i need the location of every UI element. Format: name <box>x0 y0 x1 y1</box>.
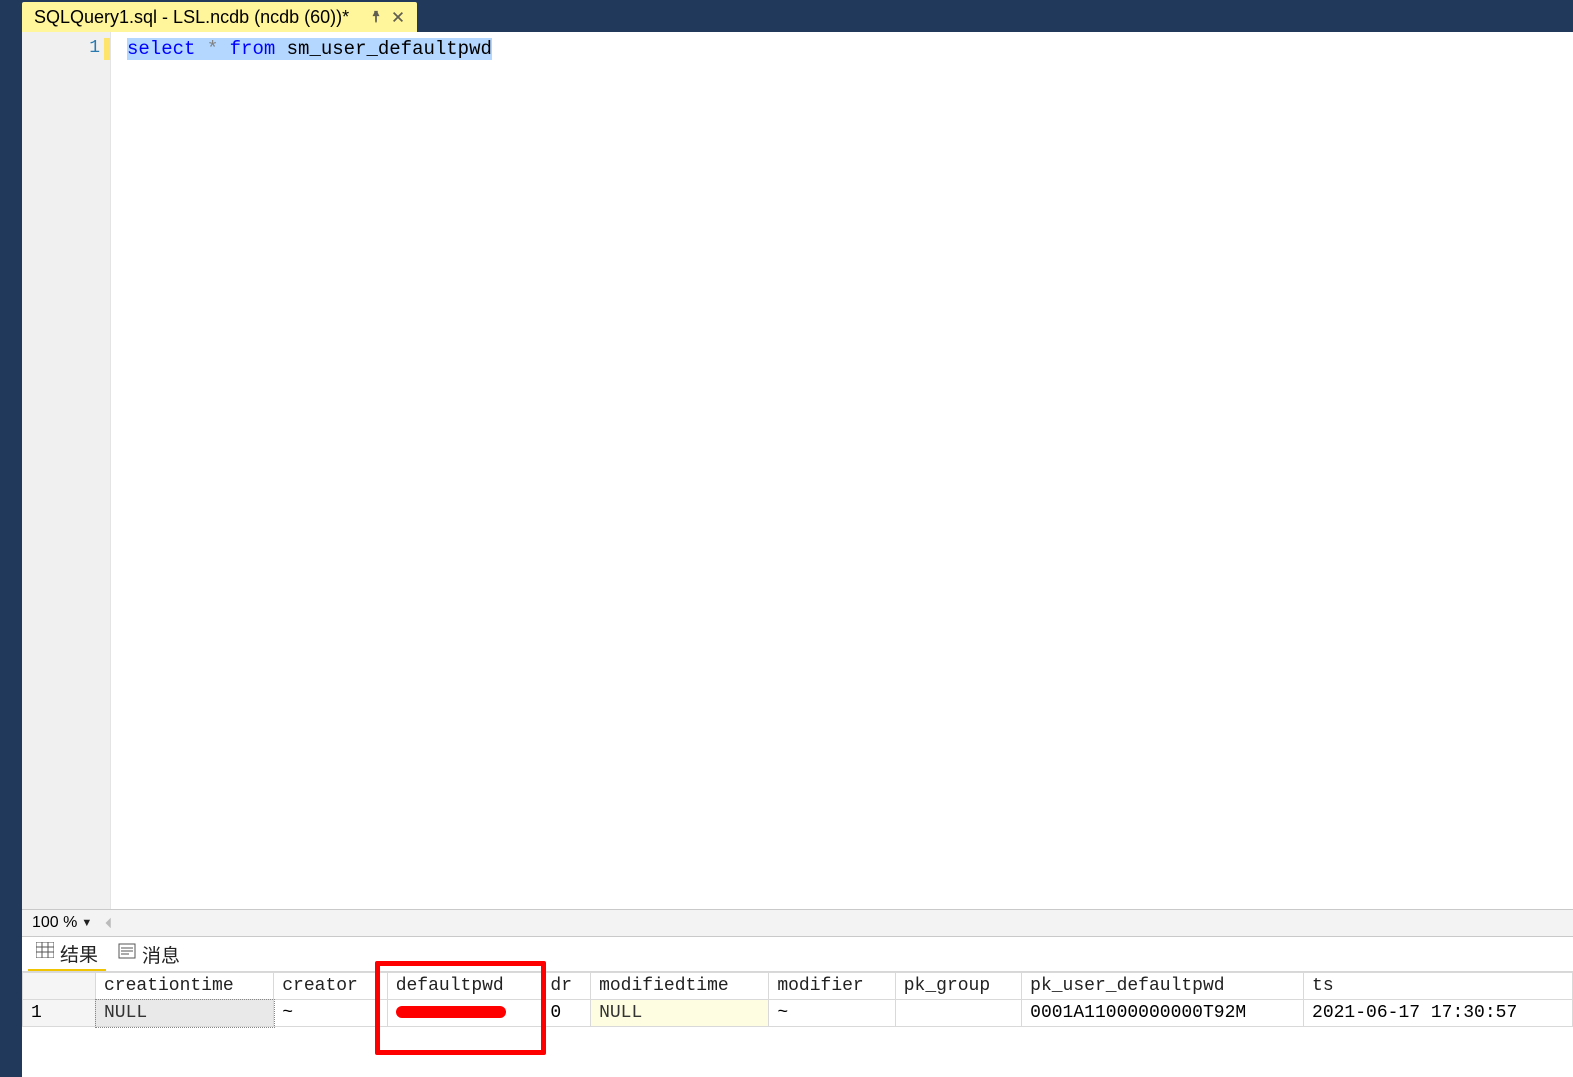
grid-icon <box>36 942 54 964</box>
tab-messages-label: 消息 <box>142 941 180 968</box>
tab-messages[interactable]: 消息 <box>110 939 188 970</box>
sql-star: * <box>207 38 218 60</box>
scroll-left-icon[interactable] <box>102 916 116 930</box>
rownum-cell[interactable]: 1 <box>23 1000 96 1027</box>
app-root: SQLQuery1.sql - LSL.ncdb (ncdb (60))* 1 … <box>0 0 1573 1077</box>
cell-modifier[interactable]: ~ <box>769 1000 895 1027</box>
code-area[interactable]: select * from sm_user_defaultpwd <box>111 32 1573 909</box>
sql-keyword-from: from <box>230 38 276 60</box>
tab-results-label: 结果 <box>60 940 98 967</box>
editor-gutter: 1 <box>22 32 111 909</box>
main-column: SQLQuery1.sql - LSL.ncdb (ncdb (60))* 1 … <box>22 0 1573 1077</box>
cell-creationtime[interactable]: NULL <box>96 1000 274 1027</box>
pin-icon[interactable] <box>367 8 385 26</box>
col-pk_user_defaultpwd[interactable]: pk_user_defaultpwd <box>1022 973 1304 1000</box>
sql-keyword-select: select <box>127 38 195 60</box>
col-dr[interactable]: dr <box>542 973 591 1000</box>
close-icon[interactable] <box>389 8 407 26</box>
col-pk_group[interactable]: pk_group <box>895 973 1021 1000</box>
cell-ts[interactable]: 2021-06-17 17:30:57 <box>1304 1000 1573 1027</box>
cell-creator[interactable]: ~ <box>274 1000 387 1027</box>
col-modifier[interactable]: modifier <box>769 973 895 1000</box>
col-creationtime[interactable]: creationtime <box>96 973 274 1000</box>
document-tab-title: SQLQuery1.sql - LSL.ncdb (ncdb (60))* <box>34 7 349 28</box>
results-grid[interactable]: creationtime creator defaultpwd dr modif… <box>22 972 1573 1027</box>
col-creator[interactable]: creator <box>274 973 387 1000</box>
zoom-bar: 100 % ▼ <box>22 909 1573 937</box>
line-number: 1 <box>22 32 110 909</box>
zoom-select[interactable]: 100 % ▼ <box>28 914 96 932</box>
chevron-down-icon: ▼ <box>81 917 92 929</box>
rownum-header[interactable] <box>23 973 96 1000</box>
header-row: creationtime creator defaultpwd dr modif… <box>23 973 1573 1000</box>
cell-pk_group[interactable] <box>895 1000 1021 1027</box>
cell-pk_user_defaultpwd[interactable]: 0001A11000000000T92M <box>1022 1000 1304 1027</box>
results-grid-wrap: creationtime creator defaultpwd dr modif… <box>22 972 1573 1077</box>
document-tab-strip: SQLQuery1.sql - LSL.ncdb (ncdb (60))* <box>22 0 1573 32</box>
results-tab-strip: 结果 消息 <box>22 937 1573 972</box>
redacted-value <box>396 1006 506 1018</box>
col-modifiedtime[interactable]: modifiedtime <box>591 973 769 1000</box>
cell-defaultpwd[interactable] <box>387 1000 542 1027</box>
cell-dr[interactable]: 0 <box>542 1000 591 1027</box>
sql-table-name: sm_user_defaultpwd <box>287 38 492 60</box>
messages-icon <box>118 943 136 965</box>
col-ts[interactable]: ts <box>1304 973 1573 1000</box>
col-defaultpwd[interactable]: defaultpwd <box>387 973 542 1000</box>
zoom-value: 100 % <box>32 914 77 932</box>
tab-results[interactable]: 结果 <box>28 938 106 971</box>
change-marker <box>104 38 110 60</box>
sql-editor[interactable]: 1 select * from sm_user_defaultpwd <box>22 32 1573 909</box>
cell-modifiedtime[interactable]: NULL <box>591 1000 769 1027</box>
window-left-gutter <box>0 0 22 1077</box>
document-tab[interactable]: SQLQuery1.sql - LSL.ncdb (ncdb (60))* <box>22 2 417 32</box>
table-row[interactable]: 1 NULL ~ 0 NULL ~ 0001A11000000000T92M 2… <box>23 1000 1573 1027</box>
